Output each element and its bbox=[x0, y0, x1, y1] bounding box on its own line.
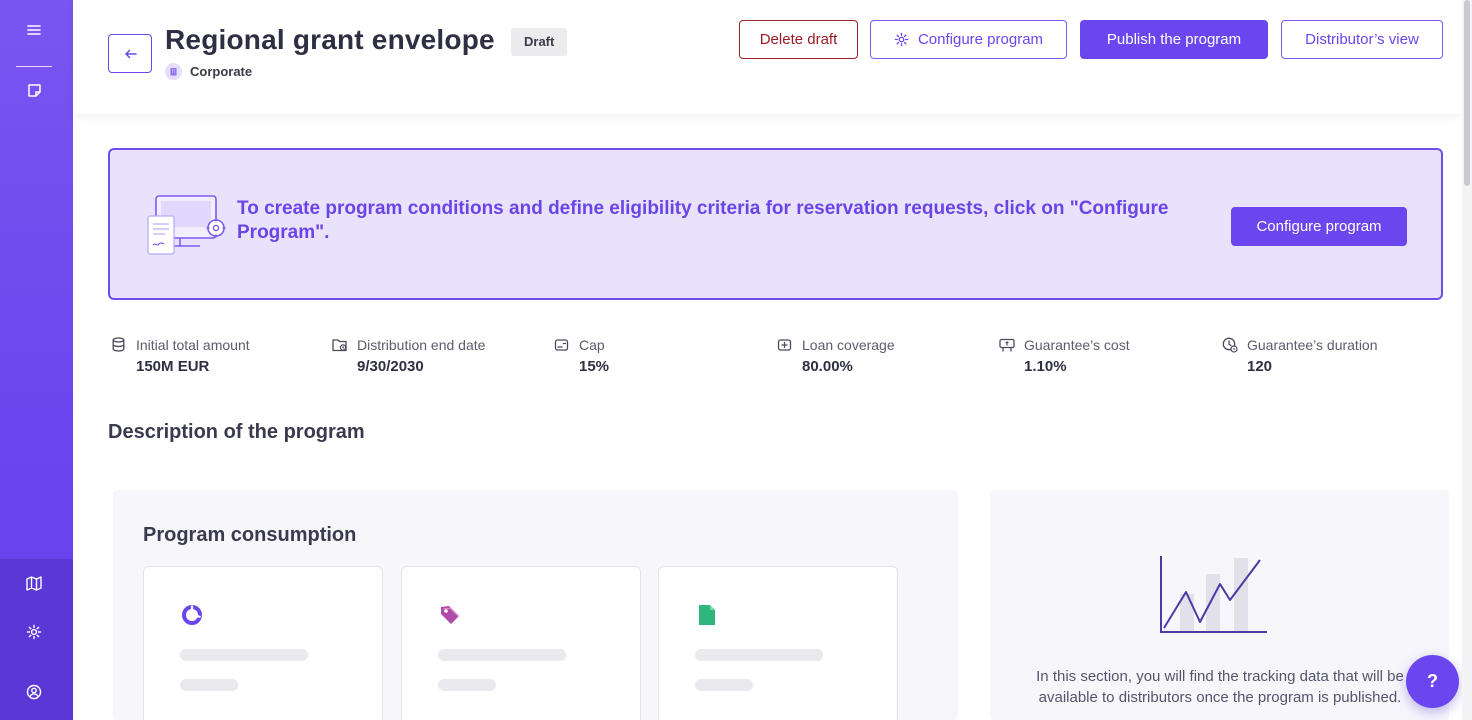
stat-label: Initial total amount bbox=[136, 336, 250, 353]
settings-icon[interactable] bbox=[24, 622, 44, 642]
configure-banner: To create program conditions and define … bbox=[108, 148, 1443, 300]
tag-icon bbox=[438, 603, 462, 627]
publish-program-label: Publish the program bbox=[1106, 31, 1242, 48]
stat-label: Guarantee’s cost bbox=[1024, 336, 1130, 353]
organization: Corporate bbox=[165, 63, 252, 80]
configure-program-label: Configure program bbox=[917, 31, 1044, 48]
back-button[interactable] bbox=[108, 34, 152, 73]
delete-draft-button[interactable]: Delete draft bbox=[739, 20, 858, 59]
loading-placeholder bbox=[180, 679, 238, 691]
consumption-title: Program consumption bbox=[143, 524, 357, 546]
distributor-view-label: Distributor’s view bbox=[1305, 31, 1419, 48]
stat-label: Cap bbox=[579, 336, 605, 353]
tracking-panel: In this section, you will find the track… bbox=[990, 490, 1449, 720]
tracking-description: In this section, you will find the track… bbox=[1036, 668, 1404, 706]
stat-value: 9/30/2030 bbox=[357, 358, 424, 375]
distributor-view-button[interactable]: Distributor’s view bbox=[1281, 20, 1443, 59]
banner-message: To create program conditions and define … bbox=[237, 198, 1169, 243]
line-chart-icon bbox=[1160, 556, 1267, 633]
loading-placeholder bbox=[438, 679, 496, 691]
document-icon bbox=[695, 603, 719, 627]
stat-value: 15% bbox=[579, 358, 610, 375]
stat-loan-coverage: Loan coverage 80.00% bbox=[776, 336, 895, 375]
sidebar bbox=[0, 0, 73, 720]
menu-icon[interactable] bbox=[24, 20, 44, 40]
database-icon bbox=[110, 336, 127, 353]
stat-initial-amount: Initial total amount 150M EUR bbox=[110, 336, 250, 375]
publish-program-button[interactable]: Publish the program bbox=[1080, 20, 1268, 59]
note-icon[interactable] bbox=[24, 80, 44, 100]
stat-value: 80.00% bbox=[802, 358, 853, 375]
description-title: Description of the program bbox=[108, 421, 365, 443]
stat-guarantee-cost: Guarantee’s cost 1.10% bbox=[998, 336, 1130, 375]
stat-label: Distribution end date bbox=[357, 336, 486, 353]
map-icon[interactable] bbox=[24, 573, 44, 593]
user-icon[interactable] bbox=[24, 682, 44, 702]
page-header: Regional grant envelope Draft Corporate … bbox=[73, 0, 1462, 114]
stat-distribution-end-date: Distribution end date 9/30/2030 bbox=[331, 336, 485, 375]
loading-placeholder bbox=[180, 649, 308, 661]
page-title: Regional grant envelope bbox=[165, 24, 495, 55]
loading-placeholder bbox=[695, 649, 823, 661]
stat-value: 120 bbox=[1247, 358, 1273, 375]
sidebar-footer bbox=[0, 559, 73, 720]
stat-cap: Cap 15% bbox=[553, 336, 609, 375]
consumption-card bbox=[401, 566, 641, 720]
stat-value: 1.10% bbox=[1024, 358, 1067, 375]
loading-placeholder bbox=[438, 649, 566, 661]
consumption-card bbox=[658, 566, 898, 720]
building-icon bbox=[165, 63, 182, 80]
scrollbar-thumb[interactable] bbox=[1464, 0, 1470, 186]
clock-icon bbox=[1221, 336, 1238, 353]
configure-program-button[interactable]: Configure program bbox=[870, 20, 1067, 59]
cost-icon bbox=[998, 336, 1015, 353]
sidebar-divider bbox=[16, 66, 52, 67]
stat-guarantee-duration: Guarantee’s duration 120 bbox=[1221, 336, 1378, 375]
gear-icon bbox=[894, 32, 909, 47]
arrow-left-icon bbox=[124, 49, 137, 58]
stat-label: Guarantee’s duration bbox=[1247, 336, 1378, 353]
monitor-settings-icon bbox=[147, 195, 226, 255]
delete-draft-label: Delete draft bbox=[759, 31, 838, 48]
status-badge: Draft bbox=[511, 28, 568, 56]
coverage-icon bbox=[776, 336, 793, 353]
loading-placeholder bbox=[695, 679, 753, 691]
calendar-folder-icon bbox=[331, 336, 348, 353]
program-consumption-panel: Program consumption bbox=[113, 490, 958, 720]
stat-value: 150M EUR bbox=[136, 358, 210, 375]
banner-configure-button[interactable]: Configure program bbox=[1231, 207, 1407, 246]
organization-label: Corporate bbox=[190, 64, 253, 79]
consumption-card bbox=[143, 566, 383, 720]
cap-icon bbox=[553, 336, 570, 353]
donut-chart-icon bbox=[180, 603, 204, 627]
stat-label: Loan coverage bbox=[802, 336, 895, 353]
scrollbar[interactable] bbox=[1462, 0, 1472, 720]
help-button[interactable]: ? bbox=[1406, 655, 1459, 708]
